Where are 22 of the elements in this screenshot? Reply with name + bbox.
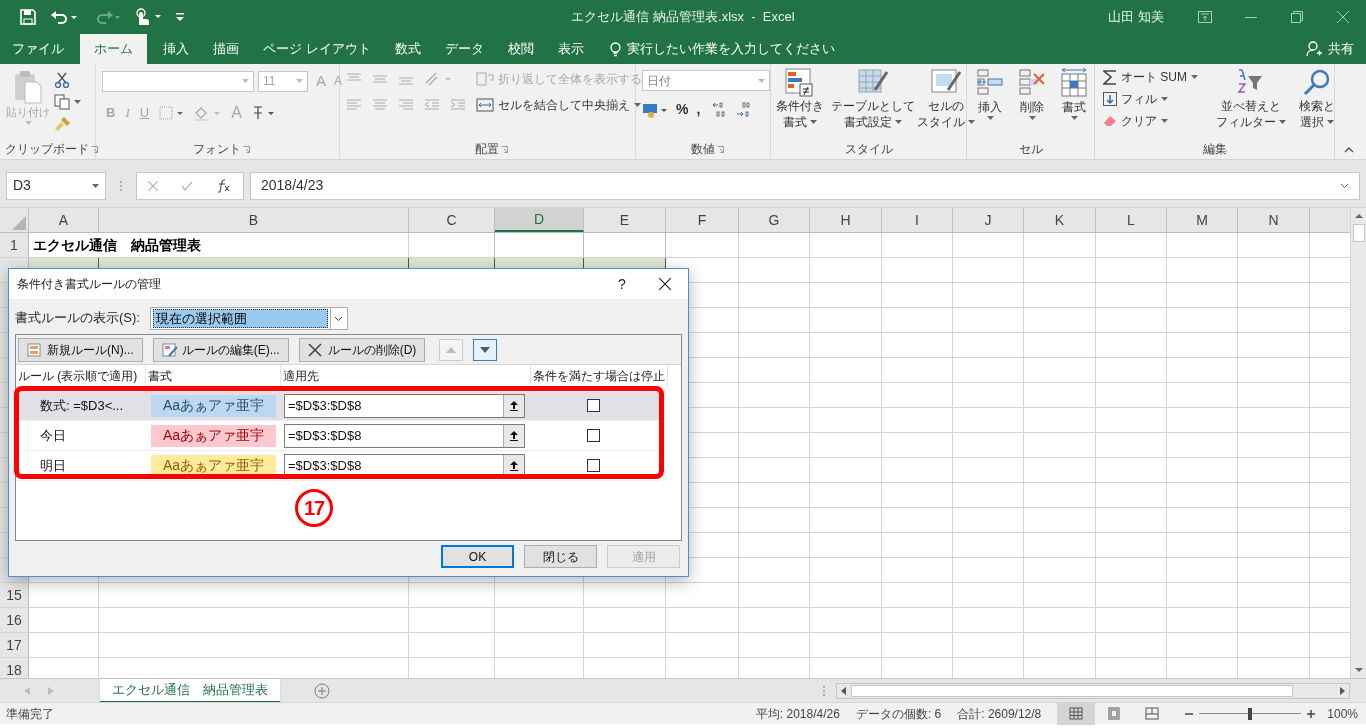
- format-preview: Aaあぁアァ亜宇: [151, 424, 276, 447]
- group-label: クリップボード: [5, 141, 89, 158]
- cell-title: エクセル通信 納品管理表: [29, 233, 409, 257]
- dialog-title: 条件付き書式ルールの管理: [17, 276, 161, 293]
- group-label: 配置: [475, 141, 499, 158]
- group-label: 編集: [1202, 141, 1227, 158]
- user-name: 山田 知美: [1108, 8, 1164, 27]
- status-stat: 合計: 2609/12/8: [957, 705, 1042, 723]
- rule-name: 数式: =$D3<...: [39, 396, 125, 415]
- field-label: 書式ルールの表示(S):: [15, 309, 140, 328]
- rule-name: 今日: [39, 426, 67, 445]
- group-label: セル: [1018, 141, 1043, 158]
- status-text: 準備完了: [5, 705, 54, 723]
- rule-name: 明日: [39, 456, 67, 475]
- format-preview: Aaあぁアァ亜宇: [151, 454, 276, 477]
- window-title: エクセル通信 納品管理表.xlsx - Excel: [571, 8, 795, 27]
- format-preview: Aaあぁアァ亜宇: [151, 394, 276, 417]
- status-stat: 平均: 2018/4/26: [755, 705, 840, 723]
- group-label: フォント: [193, 141, 241, 158]
- status-stat: データの個数: 6: [855, 705, 942, 723]
- group-label: 数値: [690, 141, 715, 158]
- group-label: スタイル: [844, 141, 893, 158]
